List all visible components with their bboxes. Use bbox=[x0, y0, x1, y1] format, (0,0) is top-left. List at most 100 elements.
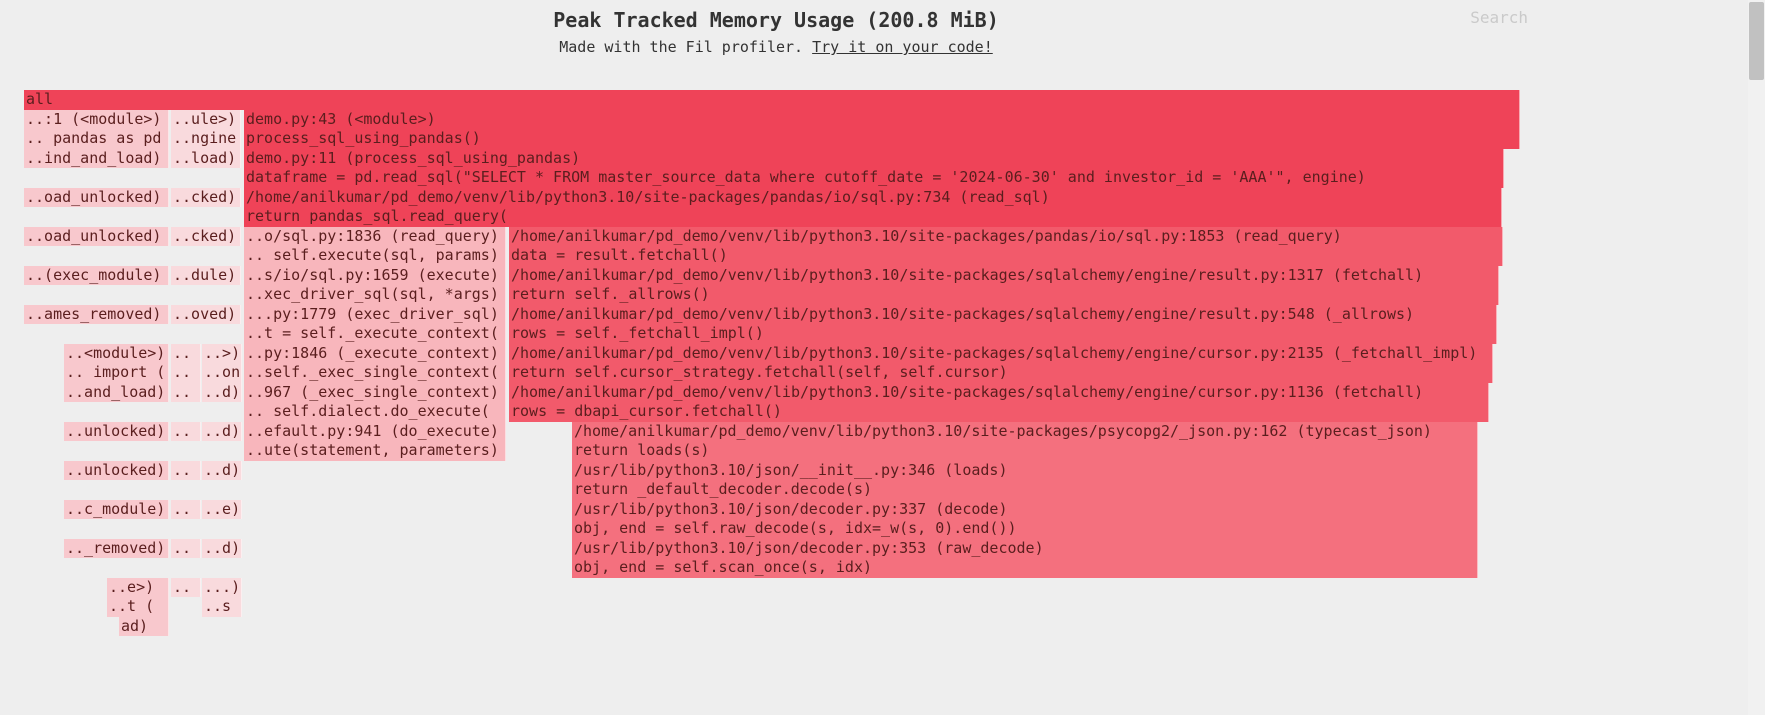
flame-frame[interactable]: ..:1 (<module>) bbox=[24, 110, 169, 130]
flame-frame[interactable]: ...py:1779 (exec_driver_sql) bbox=[244, 305, 506, 325]
flame-frame[interactable]: ..xec_driver_sql(sql, *args) bbox=[244, 285, 506, 305]
flame-frame[interactable]: .. self.execute(sql, params) bbox=[244, 246, 506, 266]
flame-frame[interactable]: ..t = self._execute_context( bbox=[244, 324, 506, 344]
flame-frame[interactable]: ..d) bbox=[202, 383, 242, 403]
flame-row: obj, end = self.scan_once(s, idx) bbox=[24, 558, 1520, 578]
flame-frame[interactable]: return loads(s) bbox=[572, 441, 1478, 461]
flame-row: ..c_module)....e) /usr/lib/python3.10/jso… bbox=[24, 500, 1520, 520]
flame-frame[interactable]: /home/anilkumar/pd_demo/venv/lib/python3… bbox=[509, 305, 1497, 325]
flame-frame[interactable]: ..d) bbox=[202, 539, 242, 559]
flame-frame[interactable]: ..py:1846 (_execute_context) bbox=[244, 344, 506, 364]
flame-frame[interactable]: /home/anilkumar/pd_demo/venv/lib/python3… bbox=[509, 227, 1503, 247]
flame-frame[interactable]: ..s/io/sql.py:1659 (execute) bbox=[244, 266, 506, 286]
flame-frame[interactable]: ..d) bbox=[202, 422, 242, 442]
flame-frame[interactable]: obj, end = self.raw_decode(s, idx=_w(s, … bbox=[572, 519, 1478, 539]
subtitle-text: Made with the Fil profiler. bbox=[559, 38, 812, 56]
flame-frame[interactable]: ..e) bbox=[202, 500, 242, 520]
flame-frame[interactable]: ..oved) bbox=[171, 305, 241, 325]
search-input[interactable]: Search bbox=[1470, 8, 1528, 27]
flame-frame[interactable]: return pandas_sql.read_query( bbox=[244, 207, 1502, 227]
flame-frame[interactable]: ..dule) bbox=[171, 266, 241, 286]
flame-frame[interactable]: ..unlocked) bbox=[64, 461, 169, 481]
flame-frame[interactable]: return self._allrows() bbox=[509, 285, 1499, 305]
flame-row: ..:1 (<module>)..ule>)demo.py:43 (<modul… bbox=[24, 110, 1520, 130]
flame-frame[interactable]: obj, end = self.scan_once(s, idx) bbox=[572, 558, 1478, 578]
flame-frame[interactable]: ..(exec_module) bbox=[24, 266, 169, 286]
flame-frame[interactable]: ..ute(statement, parameters) bbox=[244, 441, 506, 461]
flame-frame[interactable]: ..t ( bbox=[107, 597, 169, 617]
subtitle: Made with the Fil profiler. Try it on yo… bbox=[0, 38, 1552, 56]
flame-frame[interactable]: all bbox=[24, 90, 1520, 110]
flame-row: obj, end = self.raw_decode(s, idx=_w(s, … bbox=[24, 519, 1520, 539]
flame-frame[interactable]: ..ngine bbox=[171, 129, 241, 149]
flame-frame[interactable]: ..load) bbox=[171, 149, 241, 169]
flame-frame[interactable]: ..>) bbox=[202, 344, 242, 364]
flame-frame[interactable]: demo.py:43 (<module>) bbox=[244, 110, 1520, 130]
flame-frame[interactable]: demo.py:11 (process_sql_using_pandas) bbox=[244, 149, 1504, 169]
flame-row: ..xec_driver_sql(sql, *args) return self… bbox=[24, 285, 1520, 305]
flame-frame[interactable]: ..cked) bbox=[171, 227, 241, 247]
flame-frame[interactable]: ..ames_removed) bbox=[24, 305, 169, 325]
scrollbar-track[interactable] bbox=[1748, 0, 1765, 715]
flame-frame[interactable]: .. bbox=[171, 500, 201, 520]
scrollbar-thumb[interactable] bbox=[1749, 2, 1764, 80]
flame-frame[interactable]: ..ule>) bbox=[171, 110, 241, 130]
flame-frame[interactable]: ..ind_and_load) bbox=[24, 149, 169, 169]
flame-frame[interactable]: .._removed) bbox=[64, 539, 169, 559]
flame-frame[interactable]: process_sql_using_pandas() bbox=[244, 129, 1520, 149]
flame-frame[interactable]: return self.cursor_strategy.fetchall(sel… bbox=[509, 363, 1493, 383]
flame-frame[interactable]: /usr/lib/python3.10/json/decoder.py:353 … bbox=[572, 539, 1478, 559]
flame-frame[interactable]: .. bbox=[171, 578, 201, 598]
flame-frame[interactable]: ad) bbox=[119, 617, 169, 637]
flame-frame[interactable]: .. bbox=[171, 344, 201, 364]
flame-frame[interactable]: ..o/sql.py:1836 (read_query) bbox=[244, 227, 506, 247]
flame-frame[interactable]: ..on bbox=[202, 363, 242, 383]
flame-frame[interactable]: ..s bbox=[202, 597, 242, 617]
flame-frame[interactable]: /home/anilkumar/pd_demo/venv/lib/python3… bbox=[509, 266, 1499, 286]
try-it-link[interactable]: Try it on your code! bbox=[812, 38, 993, 56]
flame-frame[interactable]: rows = self._fetchall_impl() bbox=[509, 324, 1497, 344]
flame-graph[interactable]: all..:1 (<module>)..ule>)demo.py:43 (<mo… bbox=[24, 90, 1520, 636]
flame-frame[interactable]: ..<module>) bbox=[64, 344, 169, 364]
flame-row: ..ind_and_load)..load)demo.py:11 (proces… bbox=[24, 149, 1520, 169]
flame-frame[interactable]: /usr/lib/python3.10/json/__init__.py:346… bbox=[572, 461, 1478, 481]
flame-row: ..t = self._execute_context( rows = self… bbox=[24, 324, 1520, 344]
flame-frame[interactable]: .. bbox=[171, 422, 201, 442]
flame-frame[interactable]: ..e>) bbox=[107, 578, 169, 598]
flame-frame[interactable]: ..self._exec_single_context( bbox=[244, 363, 506, 383]
header: Peak Tracked Memory Usage (200.8 MiB) Ma… bbox=[0, 0, 1552, 56]
flame-row: .. import (....on..self._exec_single_con… bbox=[24, 363, 1520, 383]
flame-frame[interactable]: ..cked) bbox=[171, 188, 241, 208]
flame-row: ..t ( ..s bbox=[24, 597, 1520, 617]
flame-frame[interactable]: /home/anilkumar/pd_demo/venv/lib/python3… bbox=[244, 188, 1502, 208]
flame-frame[interactable]: ..967 (_exec_single_context) bbox=[244, 383, 506, 403]
flame-row: ..ames_removed)..oved)...py:1779 (exec_d… bbox=[24, 305, 1520, 325]
flame-frame[interactable]: rows = dbapi_cursor.fetchall() bbox=[509, 402, 1489, 422]
flame-frame[interactable]: ..unlocked) bbox=[64, 422, 169, 442]
flame-row: ..(exec_module)..dule)..s/io/sql.py:1659… bbox=[24, 266, 1520, 286]
flame-frame[interactable]: /usr/lib/python3.10/json/decoder.py:337 … bbox=[572, 500, 1478, 520]
flame-row: ..oad_unlocked)..cked)/home/anilkumar/pd… bbox=[24, 188, 1520, 208]
flame-frame[interactable]: .. bbox=[171, 461, 201, 481]
flame-frame[interactable]: ..oad_unlocked) bbox=[24, 227, 169, 247]
flame-frame[interactable]: /home/anilkumar/pd_demo/venv/lib/python3… bbox=[509, 383, 1489, 403]
flame-frame[interactable]: .. self.dialect.do_execute( bbox=[244, 402, 506, 422]
flame-frame[interactable]: ...) bbox=[202, 578, 242, 598]
flame-frame[interactable]: ..oad_unlocked) bbox=[24, 188, 169, 208]
flame-frame[interactable]: ..efault.py:941 (do_execute) bbox=[244, 422, 506, 442]
flame-frame[interactable]: ..and_load) bbox=[64, 383, 169, 403]
flame-frame[interactable]: .. import ( bbox=[64, 363, 169, 383]
flame-frame[interactable]: ..d) bbox=[202, 461, 242, 481]
flame-frame[interactable]: ..c_module) bbox=[64, 500, 169, 520]
flame-frame[interactable]: .. pandas as pd bbox=[24, 129, 169, 149]
flame-frame[interactable]: .. bbox=[171, 363, 201, 383]
flame-frame[interactable]: .. bbox=[171, 383, 201, 403]
flame-frame[interactable]: /home/anilkumar/pd_demo/venv/lib/python3… bbox=[509, 344, 1493, 364]
flame-frame[interactable]: return _default_decoder.decode(s) bbox=[572, 480, 1478, 500]
flame-frame[interactable]: data = result.fetchall() bbox=[509, 246, 1503, 266]
flame-frame[interactable]: /home/anilkumar/pd_demo/venv/lib/python3… bbox=[572, 422, 1478, 442]
flame-frame[interactable]: dataframe = pd.read_sql("SELECT * FROM m… bbox=[244, 168, 1504, 188]
flame-frame[interactable]: .. bbox=[171, 539, 201, 559]
flame-row: dataframe = pd.read_sql("SELECT * FROM m… bbox=[24, 168, 1520, 188]
page-title: Peak Tracked Memory Usage (200.8 MiB) bbox=[0, 8, 1552, 32]
